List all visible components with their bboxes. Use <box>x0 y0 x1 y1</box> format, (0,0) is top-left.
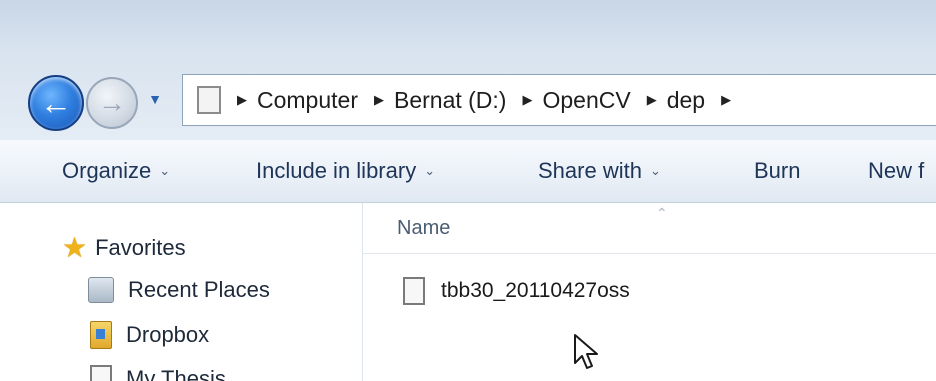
document-icon <box>90 365 112 381</box>
burn-button[interactable]: Burn <box>754 158 800 184</box>
new-folder-button[interactable]: New f <box>868 158 924 184</box>
breadcrumb-drive[interactable]: Bernat (D:) <box>394 87 506 114</box>
nav-item-label: Recent Places <box>128 277 270 302</box>
breadcrumb-separator-icon[interactable]: ▶ <box>721 92 731 108</box>
breadcrumb-separator-icon[interactable]: ▶ <box>237 92 247 108</box>
sort-chevron-icon: ⌃ <box>656 205 668 221</box>
share-with-button[interactable]: Share with ⌄ <box>538 158 661 184</box>
breadcrumb-computer[interactable]: Computer <box>257 87 358 114</box>
nav-item-my-thesis[interactable]: My Thesis <box>90 365 226 381</box>
file-name: tbb30_20110427oss <box>441 279 630 302</box>
breadcrumb-opencv[interactable]: OpenCV <box>542 87 630 114</box>
breadcrumb-separator-icon[interactable]: ▶ <box>374 92 384 108</box>
nav-item-recent-places[interactable]: Recent Places <box>88 277 270 303</box>
burn-label: Burn <box>754 158 801 183</box>
nav-item-label: Dropbox <box>126 322 210 347</box>
nav-item-label: Favorites <box>95 234 186 260</box>
back-arrow-icon: ← <box>40 84 72 121</box>
chevron-down-icon: ⌄ <box>159 163 171 178</box>
title-bar: ← → ▼ ▶ Computer ▶ Bernat (D:) ▶ OpenCV … <box>0 0 936 141</box>
document-icon <box>403 277 425 305</box>
dropbox-icon <box>90 321 112 349</box>
nav-item-label: My Thesis <box>126 366 226 381</box>
explorer-window: ← → ▼ ▶ Computer ▶ Bernat (D:) ▶ OpenCV … <box>0 0 936 381</box>
include-in-library-label: Include in library <box>256 158 417 183</box>
nav-item-favorites[interactable]: ★ Favorites <box>62 231 186 264</box>
back-button[interactable]: ← <box>28 75 84 131</box>
column-header-name[interactable]: Name <box>397 217 450 240</box>
recent-places-icon <box>88 277 114 303</box>
chevron-down-icon: ▼ <box>148 91 162 107</box>
chevron-down-icon: ⌄ <box>649 163 661 178</box>
navigation-pane: ★ Favorites Recent Places Dropbox My The… <box>0 203 363 381</box>
address-bar[interactable]: ▶ Computer ▶ Bernat (D:) ▶ OpenCV ▶ dep … <box>182 74 936 126</box>
nav-item-dropbox[interactable]: Dropbox <box>90 321 209 349</box>
column-header-row: ⌃ Name <box>363 203 936 254</box>
breadcrumb-separator-icon[interactable]: ▶ <box>647 92 657 108</box>
command-bar: Organize ⌄ Include in library ⌄ Share with… <box>0 140 936 203</box>
include-in-library-button[interactable]: Include in library ⌄ <box>256 158 435 184</box>
star-icon: ★ <box>62 232 88 263</box>
new-folder-label: New f <box>868 158 925 183</box>
mouse-pointer-icon <box>574 334 598 369</box>
chevron-down-icon: ⌄ <box>424 163 436 178</box>
organize-button[interactable]: Organize ⌄ <box>62 158 170 184</box>
breadcrumb-dep[interactable]: dep <box>667 87 705 114</box>
forward-button[interactable]: → <box>86 77 138 129</box>
file-list-pane: ⌃ Name tbb30_20110427oss <box>363 203 936 381</box>
list-item[interactable]: tbb30_20110427oss <box>403 277 630 305</box>
share-with-label: Share with <box>538 158 642 183</box>
organize-label: Organize <box>62 158 152 183</box>
breadcrumb-separator-icon[interactable]: ▶ <box>522 92 532 108</box>
folder-location-icon <box>197 86 221 114</box>
forward-arrow-icon: → <box>98 87 126 118</box>
recent-locations-dropdown[interactable]: ▼ <box>146 90 164 108</box>
